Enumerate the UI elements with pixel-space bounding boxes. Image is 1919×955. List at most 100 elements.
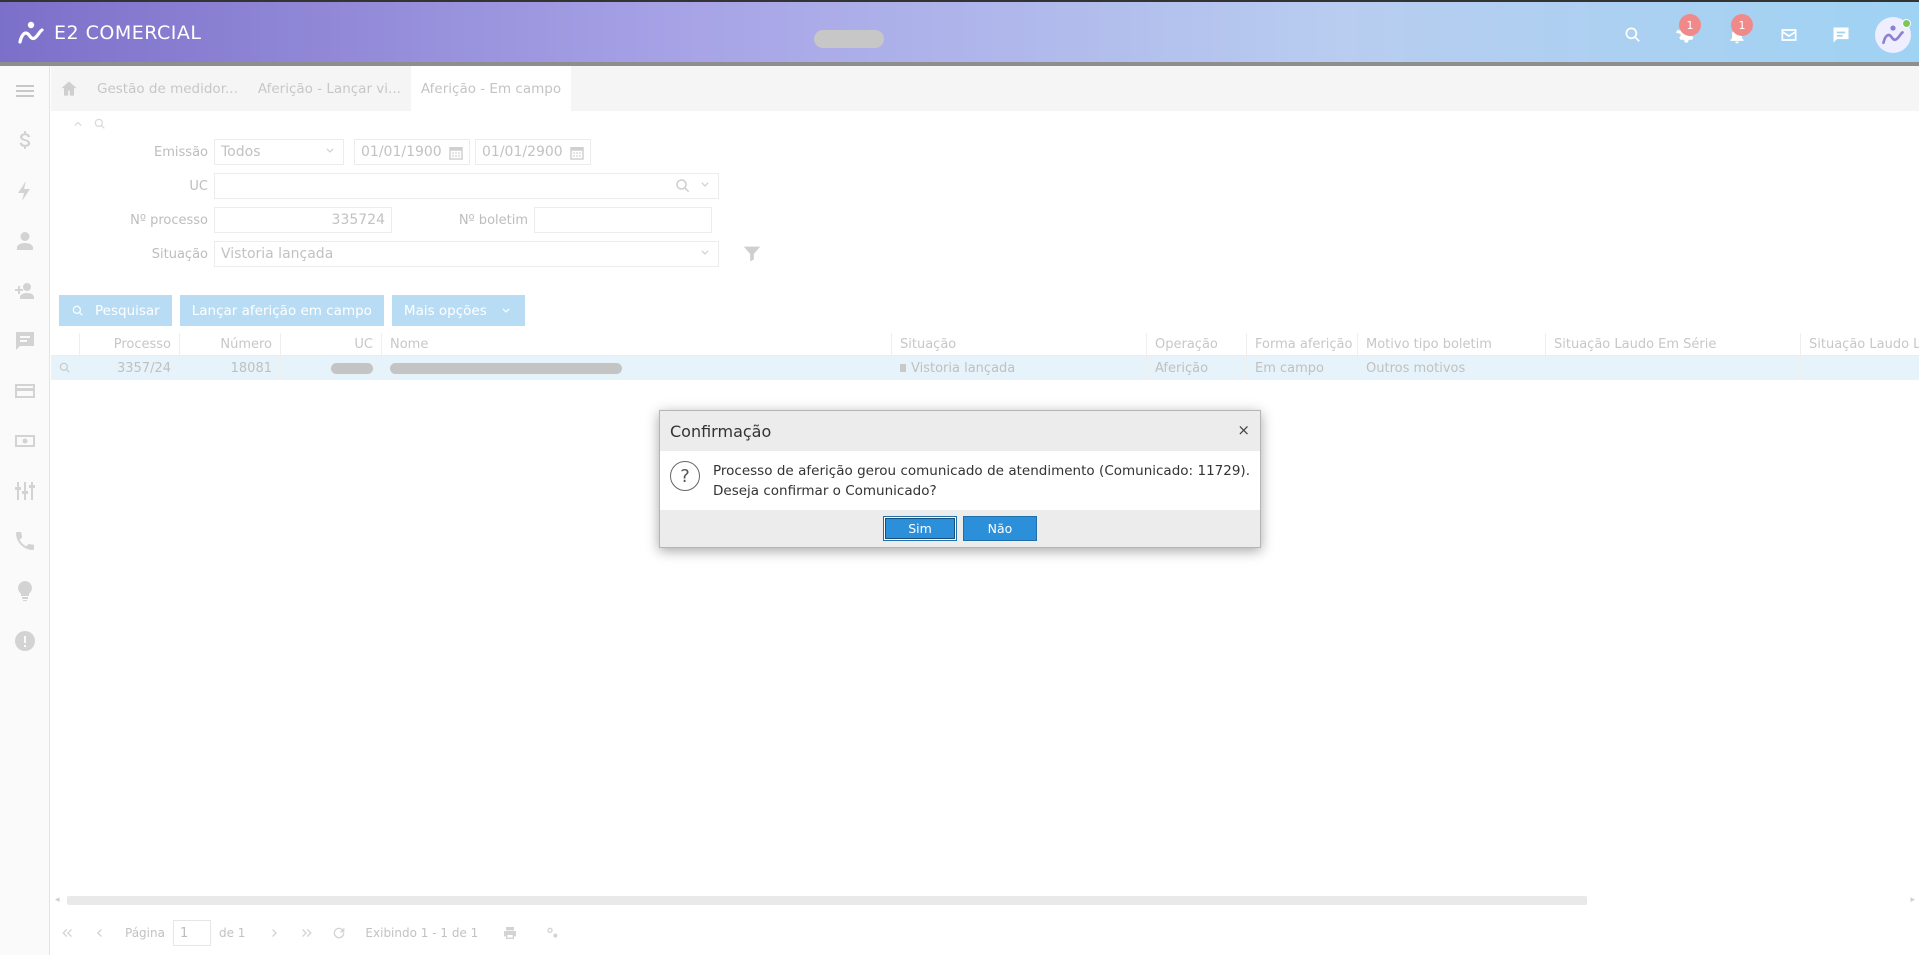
mail-button[interactable] [1763,12,1815,58]
home-icon [61,81,77,96]
page-of-label: de 1 [218,926,246,940]
date-to-value: 01/01/2900 [482,144,563,160]
cell-operacao: Aferição [1147,356,1247,380]
boletim-input[interactable] [534,207,712,233]
col-situacao[interactable]: Situação [892,333,1147,355]
sidebar-menu-toggle[interactable] [0,66,50,116]
refresh-button[interactable] [323,925,355,941]
chevron-up-icon[interactable] [71,117,85,131]
user-menu-button[interactable] [1867,12,1919,58]
table-header: Processo Número UC Nome Situação Operaçã… [51,333,1919,356]
dollar-icon [19,131,31,149]
no-button[interactable]: Não [963,516,1037,541]
tab-gestao-medidores[interactable]: Gestão de medidor... [87,66,248,111]
chevron-down-icon [701,250,709,255]
logo-icon [18,21,44,44]
cell-numero: 18081 [180,356,281,380]
calendar-icon[interactable] [447,144,465,162]
print-button[interactable] [494,925,526,941]
col-motivo-tipo-boletim[interactable]: Motivo tipo boletim [1358,333,1546,355]
menu-icon [16,85,34,97]
redacted-header-text [814,30,884,48]
last-page-button[interactable] [291,925,323,941]
col-numero[interactable]: Número [180,333,281,355]
settings-button[interactable]: 1 [1659,12,1711,58]
date-to-field[interactable]: 01/01/2900 [475,139,591,165]
close-icon[interactable]: × [1237,421,1250,439]
cell-situacao-text: Vistoria lançada [911,360,1016,376]
next-page-button[interactable] [259,925,291,941]
search-button[interactable] [1607,12,1659,58]
more-options-button[interactable]: Mais opções [391,295,525,326]
situacao-select[interactable]: Vistoria lançada [214,241,719,267]
emissao-select[interactable]: Todos [214,139,344,165]
brand-logo[interactable]: E2 COMERCIAL [16,18,201,48]
prev-page-button[interactable] [83,925,115,941]
sidebar-item-medidores[interactable] [0,466,50,516]
settings-badge: 1 [1679,14,1701,36]
grid-settings-button[interactable] [536,925,568,941]
first-page-button[interactable] [51,925,83,941]
col-processo[interactable]: Processo [80,333,180,355]
sidebar-item-novo-cliente[interactable] [0,266,50,316]
sidebar-item-arrecadacao[interactable] [0,416,50,466]
sidebar [0,66,50,955]
launch-afericao-button[interactable]: Lançar aferição em campo [179,295,384,326]
cell-processo: 3357/24 [80,356,180,380]
sidebar-item-iluminacao[interactable] [0,566,50,616]
scroll-left-icon[interactable]: ◂ [55,895,60,905]
col-uc[interactable]: UC [281,333,382,355]
filter-icon[interactable] [741,243,763,265]
sidebar-item-pagamentos[interactable] [0,366,50,416]
printer-icon [504,927,517,939]
chevron-down-icon[interactable] [698,178,712,192]
sidebar-item-cliente[interactable] [0,216,50,266]
processo-value: 335724 [331,212,385,228]
yes-button[interactable]: Sim [883,516,957,541]
processo-label: Nº processo [130,212,208,228]
online-status-dot [1902,19,1911,28]
notifications-button[interactable]: 1 [1711,12,1763,58]
table-row[interactable]: 3357/24 18081 Vistoria lançada Aferição … [51,356,1919,380]
sidebar-item-energia[interactable] [0,166,50,216]
user-icon [17,232,33,250]
scroll-right-icon[interactable]: ▸ [1910,895,1915,905]
confirmation-dialog: Confirmação × ? Processo de aferição ger… [659,410,1261,548]
sidebar-item-financeiro[interactable] [0,116,50,166]
launch-afericao-label: Lançar aferição em campo [191,302,372,319]
uc-input[interactable] [214,173,719,199]
date-from-field[interactable]: 01/01/1900 [354,139,470,165]
double-chevron-left-icon [62,929,72,937]
sidebar-item-comunicados[interactable] [0,316,50,366]
scrollbar-thumb[interactable] [67,896,1587,905]
calendar-icon[interactable] [568,144,586,162]
horizontal-scrollbar[interactable]: ◂ ▸ [51,893,1919,907]
redacted-uc [331,362,373,374]
search-button[interactable]: Pesquisar [59,295,172,326]
brand-name: E2 COMERCIAL [54,22,202,44]
col-forma-afericao[interactable]: Forma aferição [1247,333,1358,355]
showing-count: Exibindo 1 - 1 de 1 [365,926,479,940]
double-chevron-right-icon [302,929,313,937]
cell-laudo-serie [1546,356,1801,380]
search-icon[interactable] [93,117,107,131]
search-icon [72,305,83,316]
col-operacao[interactable]: Operação [1147,333,1247,355]
chat-button[interactable] [1815,12,1867,58]
cell-uc [281,356,382,380]
lightbulb-icon [18,581,32,601]
home-button[interactable] [51,66,87,111]
chevron-down-icon [326,148,334,153]
row-view-button[interactable] [51,356,80,380]
page-number-input[interactable]: 1 [172,920,211,946]
search-icon[interactable] [674,177,692,195]
tab-afericao-lancar[interactable]: Aferição - Lançar vi... [248,66,411,111]
cell-motivo: Outros motivos [1358,356,1546,380]
col-situacao-laudo-serie[interactable]: Situação Laudo Em Série [1546,333,1801,355]
col-situacao-laudo-lab[interactable]: Situação Laudo Lab [1801,333,1919,355]
processo-input[interactable]: 335724 [214,207,392,233]
sidebar-item-ocorrencias[interactable] [0,616,50,666]
sidebar-item-atendimento[interactable] [0,516,50,566]
tab-afericao-em-campo[interactable]: Aferição - Em campo [410,66,572,111]
col-nome[interactable]: Nome [382,333,892,355]
